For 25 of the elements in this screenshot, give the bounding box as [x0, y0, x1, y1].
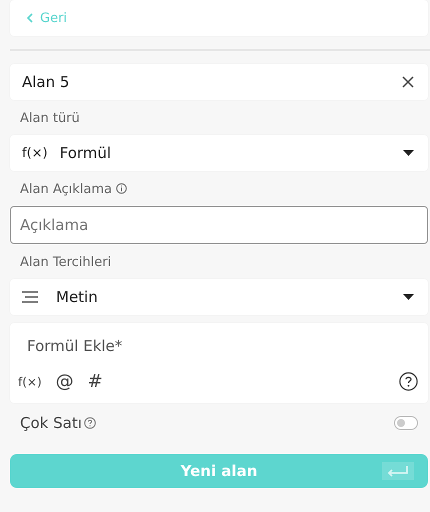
preference-select[interactable]: Metin [10, 279, 428, 315]
description-field[interactable]: Açıklama [10, 206, 428, 244]
text-lines-icon [22, 291, 38, 303]
name-field[interactable]: Alan 5 [10, 64, 428, 100]
multiline-switch[interactable] [394, 416, 418, 430]
mention-button[interactable]: @ [56, 371, 74, 392]
close-icon[interactable] [402, 76, 414, 88]
caret-icon [403, 294, 414, 300]
hashtag-button[interactable]: # [88, 371, 103, 392]
field-label: Alan Açıklama [20, 182, 112, 197]
function-button[interactable]: f(×) [18, 374, 42, 388]
field-label: Alan türü [20, 111, 80, 126]
formula-placeholder: Formül Ekle* [27, 337, 122, 355]
enter-key-icon [382, 462, 414, 480]
help-icon [84, 417, 96, 429]
field-label: Alan Tercihleri [20, 255, 112, 270]
chevron-left-icon [26, 13, 34, 23]
caret-icon [403, 150, 414, 156]
field-value: Alan 5 [22, 73, 70, 91]
help-icon[interactable] [399, 372, 418, 391]
function-icon: f(×) [22, 146, 48, 160]
info-icon [116, 183, 128, 194]
field-type-select[interactable]: f(×) Formül [10, 135, 428, 171]
formula-editor[interactable]: Formül Ekle* f(×) @ # [10, 323, 428, 403]
multiline-label: Çok Satı [20, 414, 82, 432]
